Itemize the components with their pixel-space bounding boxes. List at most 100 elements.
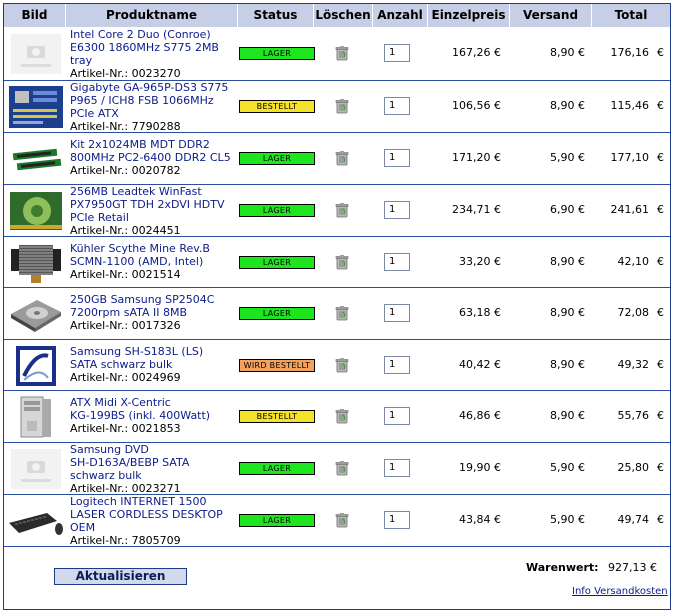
trash-icon[interactable] xyxy=(334,512,350,528)
footer-divider xyxy=(4,546,670,547)
product-image[interactable] xyxy=(7,85,65,129)
col-header-total: Total xyxy=(614,8,648,22)
status-badge: LAGER xyxy=(239,204,315,217)
trash-icon[interactable] xyxy=(334,98,350,114)
product-name-cell: Samsung DVD SH-D163A/BEBP SATA schwarz b… xyxy=(70,443,242,495)
row-total-currency: € xyxy=(657,513,664,526)
quantity-input[interactable]: 1 xyxy=(384,97,410,115)
row-total-currency: € xyxy=(657,203,664,216)
row-total-currency: € xyxy=(657,306,664,319)
shipping-info-link[interactable]: Info Versandkosten xyxy=(572,586,668,597)
trash-icon[interactable] xyxy=(334,357,350,373)
product-name-link[interactable]: 256MB Leadtek WinFast PX7950GT TDH 2xDVI… xyxy=(70,185,242,224)
table-row: Logitech INTERNET 1500 LASER CORDLESS DE… xyxy=(4,494,670,547)
row-total-currency: € xyxy=(657,151,664,164)
product-name-link[interactable]: ATX Midi X-Centric KG-199BS (inkl. 400Wa… xyxy=(70,396,242,422)
row-total-currency: € xyxy=(657,461,664,474)
col-header-shipping: Versand xyxy=(510,4,592,27)
status-badge: LAGER xyxy=(239,307,315,320)
goods-value: 927,13 € xyxy=(608,561,657,574)
product-image[interactable] xyxy=(7,447,65,491)
product-image[interactable] xyxy=(7,137,65,181)
status-badge: LAGER xyxy=(239,47,315,60)
shipping-cost: 6,90 € xyxy=(550,203,585,216)
quantity-input[interactable]: 1 xyxy=(384,511,410,529)
quantity-input[interactable]: 1 xyxy=(384,44,410,62)
status-badge: LAGER xyxy=(239,152,315,165)
shipping-cost: 5,90 € xyxy=(550,461,585,474)
product-name-cell: Kit 2x1024MB MDT DDR2 800MHz PC2-6400 DD… xyxy=(70,138,242,177)
trash-icon[interactable] xyxy=(334,305,350,321)
shipping-cost: 8,90 € xyxy=(550,306,585,319)
row-total: 42,10 xyxy=(617,255,650,268)
shipping-cost: 8,90 € xyxy=(550,99,585,112)
quantity-input[interactable]: 1 xyxy=(384,201,410,219)
article-number: Artikel-Nr.: 0024969 xyxy=(70,371,181,384)
article-number: Artikel-Nr.: 0020782 xyxy=(70,164,181,177)
unit-price: 63,18 € xyxy=(459,306,501,319)
table-row: Kit 2x1024MB MDT DDR2 800MHz PC2-6400 DD… xyxy=(4,132,670,184)
trash-icon[interactable] xyxy=(334,202,350,218)
product-name-link[interactable]: Gigabyte GA-965P-DS3 S775 P965 / ICH8 FS… xyxy=(70,81,242,120)
table-row: Samsung SH-S183L (LS) SATA schwarz bulk A… xyxy=(4,339,670,391)
article-number: Artikel-Nr.: 0021514 xyxy=(70,268,181,281)
quantity-input[interactable]: 1 xyxy=(384,356,410,374)
product-name-cell: Intel Core 2 Duo (Conroe) E6300 1860MHz … xyxy=(70,28,242,80)
product-name-link[interactable]: Samsung SH-S183L (LS) SATA schwarz bulk xyxy=(70,345,242,371)
unit-price: 40,42 € xyxy=(459,358,501,371)
product-image[interactable] xyxy=(7,344,65,388)
trash-icon[interactable] xyxy=(334,45,350,61)
product-name-link[interactable]: Kühler Scythe Mine Rev.B SCMN-1100 (AMD,… xyxy=(70,242,242,268)
product-name-link[interactable]: Logitech INTERNET 1500 LASER CORDLESS DE… xyxy=(70,495,242,534)
product-name-cell: 250GB Samsung SP2504C 7200rpm sATA II 8M… xyxy=(70,293,242,332)
row-total-currency: € xyxy=(657,99,664,112)
quantity-input[interactable]: 1 xyxy=(384,459,410,477)
product-image[interactable] xyxy=(7,189,65,233)
table-header: Bild Produktname Status Löschen Anzahl E… xyxy=(4,4,670,27)
col-header-product: Produktname xyxy=(66,4,238,27)
trash-icon[interactable] xyxy=(334,150,350,166)
status-badge: LAGER xyxy=(239,256,315,269)
product-image[interactable] xyxy=(7,241,65,285)
product-name-link[interactable]: Kit 2x1024MB MDT DDR2 800MHz PC2-6400 DD… xyxy=(70,138,242,164)
product-name-link[interactable]: 250GB Samsung SP2504C 7200rpm sATA II 8M… xyxy=(70,293,242,319)
row-total-currency: € xyxy=(657,46,664,59)
col-header-status: Status xyxy=(238,4,314,27)
quantity-input[interactable]: 1 xyxy=(384,304,410,322)
unit-price: 171,20 € xyxy=(452,151,501,164)
row-total-currency: € xyxy=(657,358,664,371)
product-image[interactable] xyxy=(7,292,65,336)
product-name-link[interactable]: Samsung DVD SH-D163A/BEBP SATA schwarz b… xyxy=(70,443,242,482)
unit-price: 33,20 € xyxy=(459,255,501,268)
product-name-cell: Logitech INTERNET 1500 LASER CORDLESS DE… xyxy=(70,495,242,547)
shipping-cost: 8,90 € xyxy=(550,358,585,371)
row-total-currency: € xyxy=(657,255,664,268)
row-total-currency: € xyxy=(657,409,664,422)
unit-price: 19,90 € xyxy=(459,461,501,474)
trash-icon[interactable] xyxy=(334,408,350,424)
product-image[interactable] xyxy=(7,499,65,543)
table-row: 256MB Leadtek WinFast PX7950GT TDH 2xDVI… xyxy=(4,184,670,237)
quantity-input[interactable]: 1 xyxy=(384,407,410,425)
row-total: 241,61 xyxy=(610,203,650,216)
shipping-cost: 8,90 € xyxy=(550,255,585,268)
table-row: ATX Midi X-Centric KG-199BS (inkl. 400Wa… xyxy=(4,390,670,442)
status-badge: BESTELLT xyxy=(239,100,315,113)
quantity-input[interactable]: 1 xyxy=(384,253,410,271)
shipping-cost: 8,90 € xyxy=(550,46,585,59)
unit-price: 167,26 € xyxy=(452,46,501,59)
product-image[interactable] xyxy=(7,32,65,76)
row-total: 176,16 xyxy=(610,46,650,59)
product-name-cell: 256MB Leadtek WinFast PX7950GT TDH 2xDVI… xyxy=(70,185,242,237)
product-name-cell: Gigabyte GA-965P-DS3 S775 P965 / ICH8 FS… xyxy=(70,81,242,133)
row-total: 49,32 xyxy=(617,358,650,371)
trash-icon[interactable] xyxy=(334,254,350,270)
product-image[interactable] xyxy=(7,395,65,439)
update-button[interactable]: Aktualisieren xyxy=(54,568,187,585)
shipping-cost: 5,90 € xyxy=(550,151,585,164)
row-total: 49,74 xyxy=(617,513,650,526)
table-row: Samsung DVD SH-D163A/BEBP SATA schwarz b… xyxy=(4,442,670,495)
quantity-input[interactable]: 1 xyxy=(384,149,410,167)
product-name-link[interactable]: Intel Core 2 Duo (Conroe) E6300 1860MHz … xyxy=(70,28,242,67)
trash-icon[interactable] xyxy=(334,460,350,476)
